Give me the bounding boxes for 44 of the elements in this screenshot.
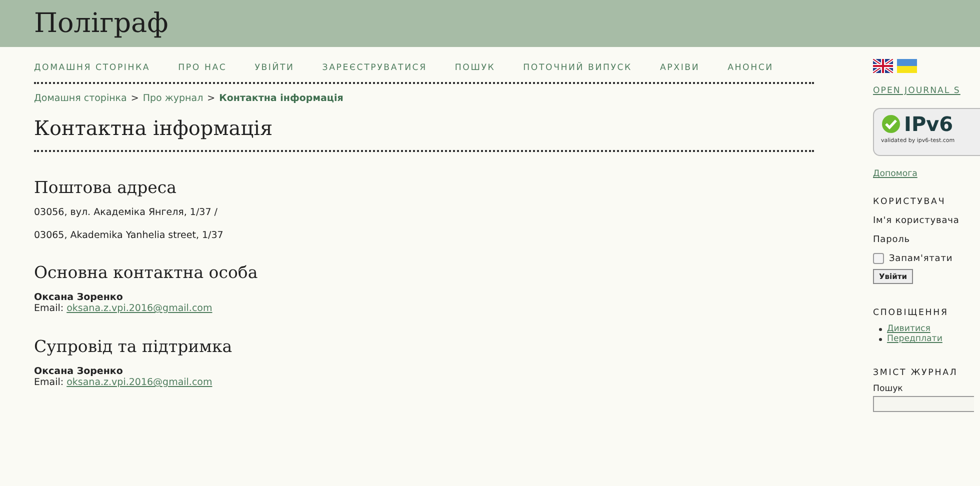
address-line: 03056, вул. Академіка Янгеля, 1/37 /: [34, 207, 218, 218]
nav-link[interactable]: АРХІВИ: [660, 62, 700, 74]
field-label: Пошук: [873, 384, 904, 394]
email-label: Email:: [34, 377, 64, 388]
checkmark-icon: [881, 114, 901, 134]
breadcrumb-separator: >: [130, 93, 139, 104]
field-label: Ім'я користувача: [873, 216, 960, 226]
field-label: Пароль: [873, 235, 911, 245]
contact-name: Оксана Зоренко: [34, 292, 124, 303]
nav-link[interactable]: ДОМАШНЯ СТОРІНКА: [34, 62, 150, 74]
address-line: 03065, Akademika Yanhelia street, 1/37: [34, 230, 224, 241]
search-field[interactable]: [873, 396, 974, 412]
badge-title: IPv6: [904, 113, 954, 135]
section-heading: Основна контактна особа: [34, 263, 259, 282]
breadcrumb-separator: >: [207, 93, 216, 104]
nav-link[interactable]: ПРО НАС: [178, 62, 227, 74]
block-heading: ЗМІСТ ЖУРНАЛ: [873, 368, 959, 378]
breadcrumb-link[interactable]: Про журнал: [142, 93, 204, 104]
section-heading: Поштова адреса: [34, 178, 178, 197]
uk-flag-icon[interactable]: [873, 59, 893, 73]
help-link[interactable]: Допомога: [873, 169, 980, 179]
breadcrumb-link[interactable]: Домашня сторінка: [34, 93, 127, 104]
nav-link[interactable]: ЗАРЕЄСТРУВАТИСЯ: [322, 62, 427, 74]
bullet-icon: [879, 338, 882, 340]
checkbox-label: Запам'ятати: [889, 254, 953, 264]
email-label: Email:: [34, 303, 64, 314]
block-heading: КОРИСТУВАЧ: [873, 197, 947, 207]
nav-link[interactable]: ПОТОЧНИЙ ВИПУСК: [523, 62, 632, 74]
contact-name: Оксана Зоренко: [34, 366, 124, 377]
email-link[interactable]: oksana.z.vpi.2016@gmail.com: [66, 303, 212, 314]
email-link[interactable]: oksana.z.vpi.2016@gmail.com: [66, 377, 212, 388]
block-heading: СПОВІЩЕННЯ: [873, 308, 950, 318]
bullet-icon: [879, 328, 882, 330]
notification-link[interactable]: Дивитися: [887, 324, 930, 334]
page-title: Контактна інформація: [34, 116, 274, 140]
nav-link[interactable]: АНОНСИ: [728, 62, 774, 74]
section-heading: Супровід та підтримка: [34, 337, 234, 356]
remember-checkbox[interactable]: [873, 253, 884, 264]
breadcrumb-link[interactable]: Контактна інформація: [219, 93, 344, 104]
nav-link[interactable]: УВІЙТИ: [254, 62, 294, 74]
nav-link[interactable]: ПОШУК: [454, 62, 496, 74]
ojs-link[interactable]: OPEN JOURNAL S: [873, 86, 980, 96]
notification-link[interactable]: Передплати: [887, 334, 942, 344]
site-title: Поліграф: [34, 8, 168, 39]
